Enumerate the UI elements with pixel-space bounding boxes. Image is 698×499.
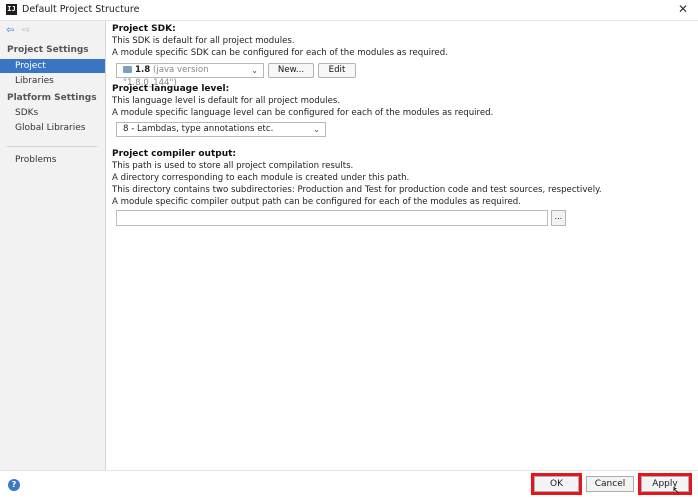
sdk-description-line-2: A module specific SDK can be configured … <box>112 48 448 58</box>
sidebar-item-problems[interactable]: Problems <box>0 153 105 167</box>
new-sdk-button[interactable]: New... <box>268 63 314 78</box>
language-level-description-line-1: This language level is default for all p… <box>112 96 341 106</box>
apply-highlight-box <box>638 473 692 495</box>
title-bar: IJ Default Project Structure ✕ <box>0 0 698 21</box>
compiler-output-description-line-1: This path is used to store all project c… <box>112 161 354 171</box>
sidebar-divider <box>7 146 97 147</box>
sidebar-header-platform-settings: Platform Settings <box>7 93 97 103</box>
sdk-description-line-1: This SDK is default for all project modu… <box>112 36 295 46</box>
sidebar-item-global-libraries[interactable]: Global Libraries <box>0 121 105 135</box>
jdk-folder-icon <box>123 66 132 73</box>
compiler-output-title: Project compiler output: <box>112 149 237 159</box>
compiler-output-path-input[interactable] <box>116 210 548 226</box>
chevron-down-icon: ⌄ <box>251 66 258 75</box>
compiler-output-description-line-2: A directory corresponding to each module… <box>112 173 410 183</box>
nav-arrows: ⇦ ⇨ <box>6 25 30 36</box>
ok-highlight-box <box>531 473 582 495</box>
language-level-value: 8 - Lambdas, type annotations etc. <box>123 124 274 134</box>
cancel-button[interactable]: Cancel <box>586 476 634 492</box>
sidebar-header-project-settings: Project Settings <box>7 45 89 55</box>
close-icon[interactable]: ✕ <box>678 2 688 16</box>
sidebar: ⇦ ⇨ Project Settings Project Libraries P… <box>0 21 106 470</box>
compiler-output-description-line-4: A module specific compiler output path c… <box>112 197 521 207</box>
sidebar-item-project[interactable]: Project <box>0 59 105 73</box>
sdk-version: 1.8 <box>135 65 151 75</box>
sidebar-item-sdks[interactable]: SDKs <box>0 106 105 120</box>
forward-arrow-icon[interactable]: ⇨ <box>22 25 30 36</box>
mouse-pointer-icon: ↖ <box>672 486 681 497</box>
window-title: Default Project Structure <box>22 4 140 15</box>
project-sdk-title: Project SDK: <box>112 24 176 34</box>
chevron-down-icon: ⌄ <box>313 125 320 134</box>
intellij-app-icon: IJ <box>6 4 17 15</box>
compiler-output-description-line-3: This directory contains two subdirectori… <box>112 185 602 195</box>
language-level-dropdown[interactable]: 8 - Lambdas, type annotations etc. ⌄ <box>116 122 326 137</box>
edit-sdk-button[interactable]: Edit <box>318 63 356 78</box>
help-icon[interactable]: ? <box>8 479 20 491</box>
language-level-title: Project language level: <box>112 84 230 94</box>
project-sdk-dropdown[interactable]: 1.8 (java version "1.8.0_144") ⌄ <box>116 63 264 88</box>
sidebar-item-libraries[interactable]: Libraries <box>0 74 105 88</box>
back-arrow-icon[interactable]: ⇦ <box>6 25 14 36</box>
dialog-footer: ? OK Cancel Apply <box>0 470 698 499</box>
language-level-description-line-2: A module specific language level can be … <box>112 108 494 118</box>
browse-button[interactable]: ... <box>551 210 566 226</box>
